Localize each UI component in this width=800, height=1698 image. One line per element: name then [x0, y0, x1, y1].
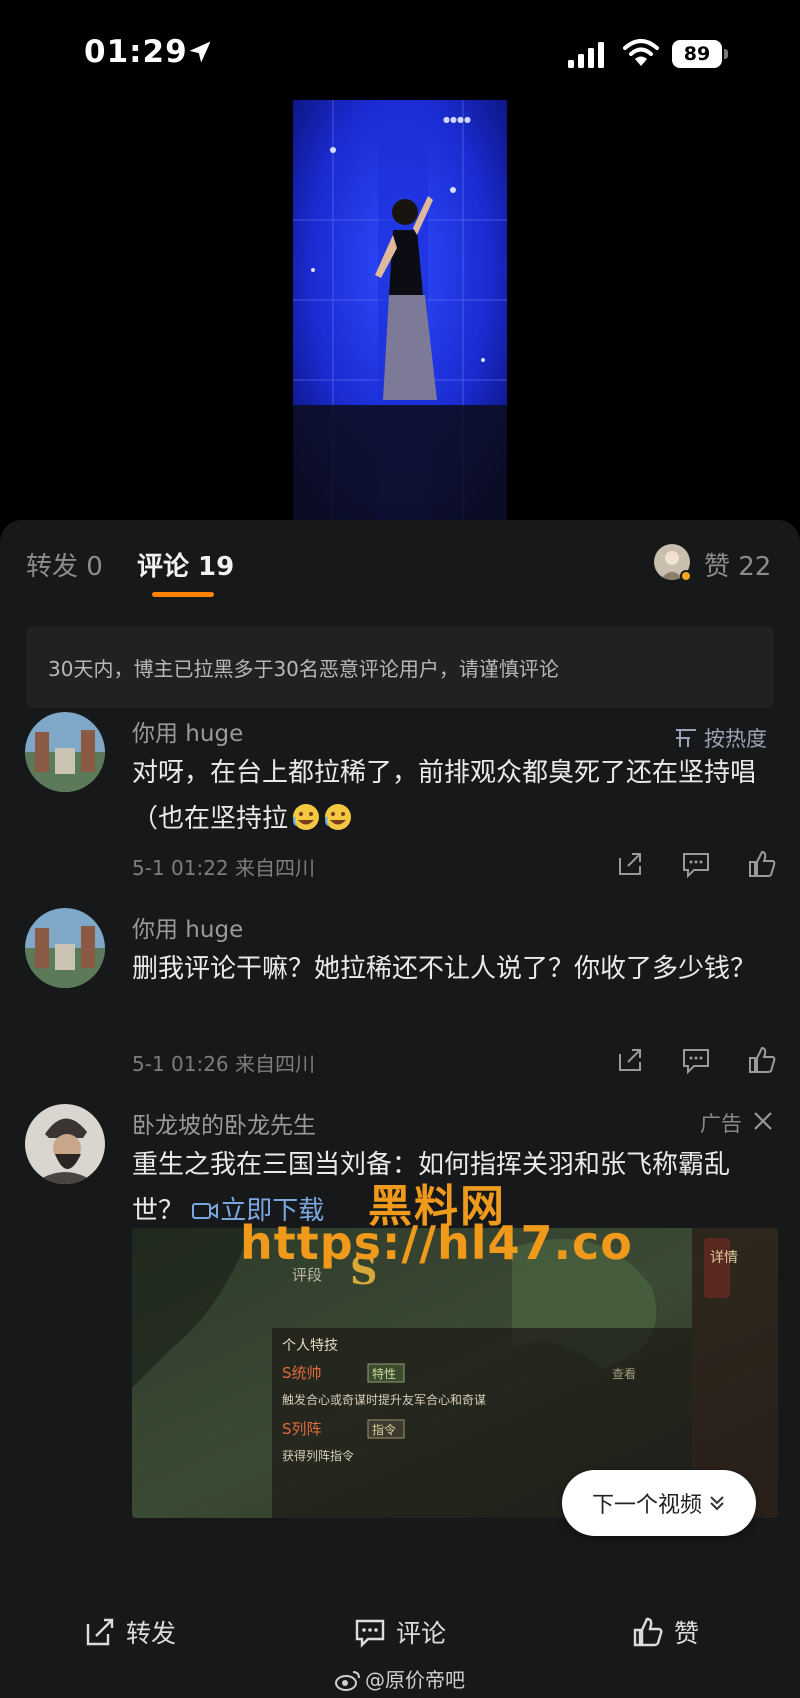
bottom-action-bar: 转发 评论 赞 @原价帝吧: [0, 1590, 800, 1698]
weibo-logo-icon: [335, 1671, 360, 1691]
video-frame-image: ●●●●: [293, 100, 507, 520]
location-arrow-icon: [189, 41, 211, 63]
reply-icon[interactable]: [680, 1044, 712, 1076]
verified-badge-icon: [680, 570, 692, 582]
thumbs-up-icon: [633, 1617, 663, 1647]
cellular-signal-icon: [568, 42, 604, 68]
comment-username[interactable]: 你用 huge: [132, 910, 243, 944]
svg-text:触发合心或奇谋时提升友军合心和奇谋: 触发合心或奇谋时提升友军合心和奇谋: [282, 1392, 486, 1407]
wifi-icon: [623, 39, 659, 66]
next-video-button[interactable]: 下一个视频: [562, 1470, 756, 1536]
advertiser-name[interactable]: 卧龙坡的卧龙先生: [132, 1106, 316, 1140]
svg-text:S统帅: S统帅: [282, 1364, 322, 1382]
thumbs-up-icon[interactable]: [746, 1044, 778, 1076]
comment-meta: 5-1 01:26 来自四川: [132, 1052, 316, 1076]
comment-button[interactable]: 评论: [354, 1614, 446, 1650]
battery-indicator: 89: [672, 40, 728, 68]
battery-tip: [724, 49, 728, 59]
chevron-double-down-icon: [710, 1496, 724, 1511]
next-video-label: 下一个视频: [591, 1493, 702, 1518]
comment-item: 你用 huge 对呀，在台上都拉稀了，前排观众都臭死了还在坚持唱（也在坚持拉 5…: [0, 712, 800, 892]
source-handle: @原价帝吧: [365, 1668, 465, 1692]
repost-button[interactable]: 转发: [84, 1614, 176, 1650]
status-bar: 01:29 89: [0, 0, 800, 110]
svg-text:S列阵: S列阵: [282, 1420, 322, 1438]
video-icon: [192, 1203, 219, 1219]
tab-repost[interactable]: 转发 0: [26, 546, 103, 583]
svg-text:评段: 评段: [292, 1266, 322, 1284]
source-credit: @原价帝吧: [0, 1664, 800, 1693]
comment-text: 删我评论干嘛？她拉稀还不让人说了？你收了多少钱？: [132, 954, 757, 984]
svg-text:获得列阵指令: 获得列阵指令: [282, 1448, 354, 1463]
comment-actions: [614, 848, 784, 882]
svg-text:个人特技: 个人特技: [282, 1338, 338, 1354]
repost-icon: [86, 1618, 114, 1646]
share-icon[interactable]: [614, 1044, 646, 1076]
thumbs-up-icon[interactable]: [746, 848, 778, 880]
moderation-notice: 30天内，博主已拉黑多于30名恶意评论用户，请谨慎评论: [26, 626, 774, 708]
battery-level: 89: [672, 40, 722, 68]
ad-text: 重生之我在三国当刘备：如何指挥关羽和张飞称霸乱世？ 立即下载: [132, 1142, 772, 1234]
like-button[interactable]: 赞: [632, 1614, 699, 1650]
close-icon[interactable]: [752, 1110, 774, 1132]
like-label: 赞: [674, 1619, 700, 1648]
comment-icon: [355, 1619, 385, 1648]
svg-text:●●●●: ●●●●: [443, 115, 471, 124]
tab-comment[interactable]: 评论 19: [137, 546, 234, 583]
svg-text:特性: 特性: [372, 1366, 396, 1381]
user-avatar[interactable]: [25, 908, 105, 988]
ad-label: 广告: [700, 1112, 742, 1136]
comment-body: 对呀，在台上都拉稀了，前排观众都臭死了还在坚持唱（也在坚持拉: [132, 758, 757, 834]
svg-text:查看: 查看: [612, 1367, 636, 1381]
laugh-cry-emoji-icon: [325, 804, 352, 830]
comment-text: 对呀，在台上都拉稀了，前排观众都臭死了还在坚持唱（也在坚持拉: [132, 750, 772, 842]
share-icon[interactable]: [614, 848, 646, 880]
tab-bar: 转发 0 评论 19 赞 22: [0, 520, 800, 612]
svg-text:指令: 指令: [372, 1422, 396, 1437]
repost-label: 转发: [126, 1619, 177, 1648]
advertiser-avatar[interactable]: [25, 1104, 105, 1184]
status-time: 01:29: [84, 34, 188, 70]
video-player[interactable]: ●●●●: [293, 100, 507, 520]
comment-label: 评论: [396, 1619, 447, 1648]
tab-like[interactable]: 赞 22: [704, 546, 771, 583]
comment-actions: [614, 1044, 784, 1078]
comment-meta: 5-1 01:22 来自四川: [132, 856, 316, 880]
ad-item: 卧龙坡的卧龙先生 广告 重生之我在三国当刘备：如何指挥关羽和张飞称霸乱世？ 立即…: [0, 1104, 800, 1524]
download-link[interactable]: 立即下载: [192, 1196, 324, 1226]
laugh-cry-emoji-icon: [293, 804, 320, 830]
comment-username[interactable]: 你用 huge: [132, 714, 243, 748]
svg-text:S: S: [350, 1248, 377, 1293]
download-label: 立即下载: [220, 1196, 325, 1226]
svg-text:详情: 详情: [710, 1250, 738, 1266]
active-tab-indicator: [152, 592, 214, 597]
user-avatar[interactable]: [25, 712, 105, 792]
reply-icon[interactable]: [680, 848, 712, 880]
comment-item: 你用 huge 删我评论干嘛？她拉稀还不让人说了？你收了多少钱？ 5-1 01:…: [0, 908, 800, 1088]
